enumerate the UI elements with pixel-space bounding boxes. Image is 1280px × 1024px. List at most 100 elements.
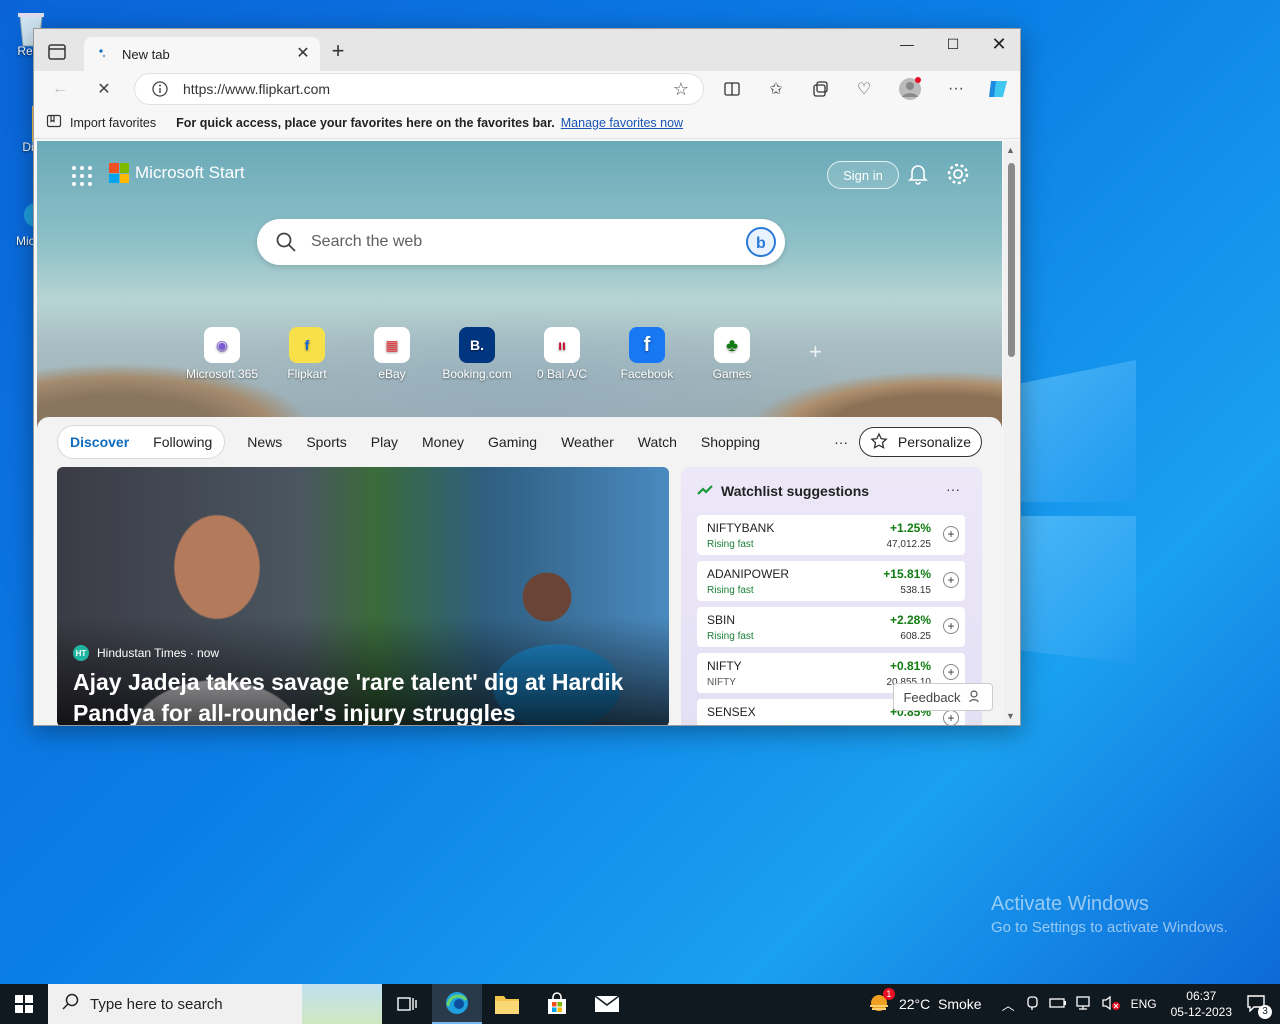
microsoft-365-icon: ◉ [204, 327, 240, 363]
new-tab-button[interactable]: + [326, 39, 350, 63]
taskbar-search-box[interactable]: Type here to search [48, 984, 382, 1024]
task-view-icon[interactable] [382, 984, 432, 1024]
activate-title: Activate Windows [991, 893, 1149, 915]
action-center-icon[interactable]: 3 [1246, 994, 1272, 1019]
taskbar-edge-icon[interactable] [432, 984, 482, 1024]
booking-icon: B. [459, 327, 495, 363]
page-settings-gear-icon[interactable] [945, 161, 971, 187]
address-bar[interactable]: https://www.flipkart.com ☆ [134, 73, 704, 105]
scroll-up-arrow-icon[interactable]: ▲ [1006, 145, 1015, 155]
tab-gaming[interactable]: Gaming [476, 434, 549, 450]
profile-avatar[interactable] [896, 75, 924, 103]
clock[interactable]: 06:37 05-12-2023 [1171, 988, 1232, 1020]
quick-link-booking[interactable]: B. Booking.com [437, 327, 517, 381]
minimize-button[interactable]: — [884, 29, 930, 59]
quick-link-facebook[interactable]: f Facebook [607, 327, 687, 381]
tab-money[interactable]: Money [410, 434, 476, 450]
favorites-bar: Import favorites For quick access, place… [34, 107, 1020, 139]
nav-more-button[interactable]: ··· [822, 434, 860, 450]
favorite-star-icon[interactable]: ☆ [673, 79, 689, 100]
add-to-watchlist-icon[interactable]: + [943, 572, 959, 588]
url-text: https://www.flipkart.com [183, 81, 331, 97]
tab-watch[interactable]: Watch [626, 434, 689, 450]
stop-loading-button[interactable]: ✕ [90, 75, 118, 103]
tab-shopping[interactable]: Shopping [689, 434, 772, 450]
site-info-icon[interactable] [151, 80, 169, 103]
quick-link-games[interactable]: ♣ Games [692, 327, 772, 381]
stock-name: SBIN [707, 613, 736, 627]
add-to-watchlist-icon[interactable]: + [943, 618, 959, 634]
mail-icon[interactable] [582, 984, 632, 1024]
microsoft-start-logo[interactable]: Microsoft Start [109, 163, 245, 183]
web-search-box[interactable]: Search the web b [257, 219, 785, 265]
stock-status: Rising fast [707, 539, 754, 550]
quick-link-ebay[interactable]: ▦ eBay [352, 327, 432, 381]
tab-new-tab[interactable]: New tab ✕ [84, 37, 320, 71]
close-tab-icon[interactable]: ✕ [294, 45, 312, 63]
watchlist-row[interactable]: NIFTYBANK Rising fast +1.25% 47,012.25 + [697, 515, 965, 555]
split-screen-icon[interactable] [718, 75, 746, 103]
tab-discover[interactable]: Discover [58, 434, 141, 450]
stock-name: SENSEX [707, 705, 756, 719]
manage-favorites-link[interactable]: Manage favorites now [561, 116, 683, 130]
watchlist-title: Watchlist suggestions [721, 483, 870, 499]
favorites-icon[interactable]: ✩ [762, 75, 790, 103]
flipkart-icon: f [289, 327, 325, 363]
tab-news[interactable]: News [235, 434, 294, 450]
scroll-down-arrow-icon[interactable]: ▼ [1006, 711, 1015, 721]
quick-link-zero-balance[interactable]: ıı 0 Bal A/C [522, 327, 602, 381]
close-window-button[interactable]: ✕ [976, 29, 1020, 59]
watchlist-row[interactable]: SBIN Rising fast +2.28% 608.25 + [697, 607, 965, 647]
volume-muted-icon[interactable] [1101, 995, 1121, 1014]
feedback-button[interactable]: Feedback [893, 683, 993, 711]
feedback-icon [968, 689, 983, 706]
add-quick-link-icon[interactable]: + [809, 339, 822, 365]
input-language[interactable]: ENG [1131, 997, 1157, 1011]
add-to-watchlist-icon[interactable]: + [943, 526, 959, 542]
start-button[interactable] [0, 984, 48, 1024]
tab-following[interactable]: Following [141, 434, 224, 450]
import-favorites-button[interactable]: Import favorites [46, 113, 156, 132]
microsoft-store-icon[interactable] [532, 984, 582, 1024]
page-scrollbar[interactable]: ▲ ▼ [1003, 141, 1020, 725]
sign-in-button[interactable]: Sign in [827, 161, 899, 189]
browser-essentials-icon[interactable]: ♡ [850, 75, 878, 103]
file-explorer-icon[interactable] [482, 984, 532, 1024]
quick-link-flipkart[interactable]: f Flipkart [267, 327, 347, 381]
scrollbar-thumb[interactable] [1008, 163, 1015, 357]
stock-change: +15.81% [883, 567, 931, 581]
meet-now-icon[interactable] [1025, 995, 1041, 1014]
show-hidden-icons-icon[interactable]: ︿ [1002, 995, 1015, 1014]
story-source-line: Hindustan Times · now [97, 646, 220, 660]
stock-status: NIFTY [707, 677, 736, 688]
notifications-bell-icon[interactable] [905, 161, 931, 187]
watchlist-row[interactable]: ADANIPOWER Rising fast +15.81% 538.15 + [697, 561, 965, 601]
stock-change: +2.28% [889, 613, 931, 627]
weather-widget[interactable]: 1 22°C Smoke [867, 987, 982, 1017]
tab-sports[interactable]: Sports [294, 434, 358, 450]
back-button[interactable]: ← [46, 75, 74, 103]
facebook-icon: f [629, 327, 665, 363]
tab-play[interactable]: Play [359, 434, 410, 450]
add-to-watchlist-icon[interactable]: + [943, 710, 959, 725]
story-headline[interactable]: Ajay Jadeja takes savage 'rare talent' d… [73, 667, 653, 725]
tab-weather[interactable]: Weather [549, 434, 626, 450]
personalize-label: Personalize [897, 434, 972, 450]
top-story-card[interactable]: HT Hindustan Times · now Ajay Jadeja tak… [57, 467, 669, 725]
tab-actions-icon[interactable] [46, 41, 68, 63]
add-to-watchlist-icon[interactable]: + [943, 664, 959, 680]
battery-icon[interactable] [1048, 996, 1067, 1013]
network-icon[interactable] [1075, 995, 1093, 1014]
settings-more-icon[interactable]: ··· [942, 75, 970, 103]
quick-link-microsoft-365[interactable]: ◉ Microsoft 365 [182, 327, 262, 381]
stock-price: 608.25 [900, 631, 931, 642]
bing-chat-icon[interactable]: b [745, 226, 777, 263]
watchlist-more-button[interactable]: ··· [946, 481, 960, 497]
maximize-button[interactable]: ☐ [930, 29, 976, 59]
app-launcher-icon[interactable] [71, 165, 93, 187]
personalize-button[interactable]: Personalize [859, 427, 982, 457]
navigation-toolbar: ← ✕ https://www.flipkart.com ☆ ✩ ♡ ··· [34, 71, 1020, 107]
collections-icon[interactable] [806, 75, 834, 103]
copilot-icon[interactable] [984, 75, 1012, 103]
system-tray: 1 22°C Smoke ︿ ENG 06:37 05-12-2023 3 [867, 984, 1280, 1024]
